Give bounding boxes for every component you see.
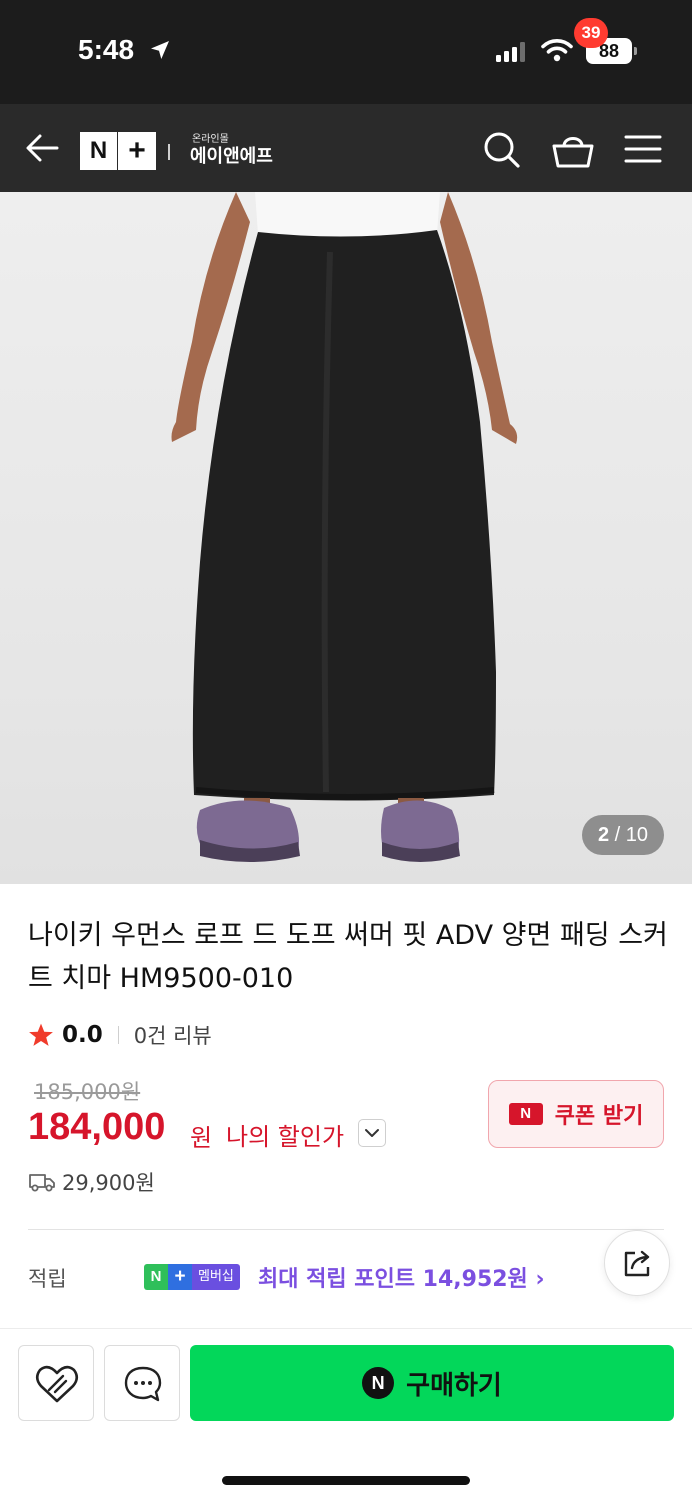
product-photo (171, 192, 518, 862)
search-icon[interactable] (480, 128, 524, 172)
image-counter: 2 / 10 (582, 815, 664, 855)
logo-plus: + (118, 132, 156, 170)
product-title: 나이키 우먼스 로프 드 도프 써머 핏 ADV 양면 패딩 스커트 치마 HM… (28, 920, 668, 994)
buy-label: 구매하기 (406, 1370, 502, 1401)
naver-plus-logo[interactable]: N + (80, 132, 156, 170)
truck-icon (29, 1174, 55, 1192)
original-price: 185,000원 (34, 1080, 141, 1104)
review-count[interactable]: 0건 리뷰 (134, 1020, 212, 1050)
share-icon (624, 1250, 650, 1277)
shipping-row: 29,900원 (28, 1166, 155, 1198)
shopping-basket-icon[interactable] (550, 126, 596, 172)
max-points-link[interactable]: 최대 적립 포인트 14,952원 › (258, 1261, 545, 1293)
image-counter-current: 2 (597, 824, 610, 846)
section-divider (28, 1229, 664, 1230)
image-counter-total: 10 (625, 824, 649, 846)
location-arrow-icon (148, 38, 172, 66)
status-bar: 5:48 88 (0, 0, 692, 104)
coupon-button[interactable]: N 쿠폰 받기 (488, 1080, 664, 1148)
rating-row[interactable]: 0.0 0건 리뷰 (28, 1018, 212, 1052)
membership-badge: N + 멤버십 (144, 1264, 240, 1290)
membership-text: 멤버십 (192, 1264, 240, 1290)
membership-plus: + (168, 1264, 192, 1290)
rating-score: 0.0 (62, 1022, 103, 1048)
back-arrow-icon[interactable] (24, 130, 60, 166)
heart-icon (35, 1365, 79, 1403)
cellular-signal-icon (496, 42, 530, 66)
wifi-icon (541, 38, 573, 66)
sale-price-unit: 원 (190, 1124, 213, 1152)
sale-price: 184,000 (28, 1106, 166, 1148)
chevron-down-icon[interactable] (358, 1119, 386, 1147)
mall-name[interactable]: 에이앤에프 (190, 142, 273, 168)
product-image[interactable] (0, 192, 692, 884)
hamburger-menu-icon[interactable] (624, 132, 662, 166)
chat-bubble-icon (124, 1366, 162, 1402)
status-time: 5:48 (78, 34, 135, 65)
buy-button[interactable]: N 구매하기 (190, 1345, 674, 1421)
points-label: 적립 (28, 1267, 67, 1291)
rating-separator (117, 1026, 119, 1044)
my-discount-label[interactable]: 나의 할인가 (226, 1117, 344, 1152)
wishlist-button[interactable] (18, 1345, 94, 1421)
share-button[interactable] (604, 1230, 670, 1296)
naver-pay-icon: N (362, 1367, 395, 1399)
home-indicator (222, 1476, 470, 1485)
talk-button[interactable] (104, 1345, 180, 1421)
cart-count-badge: 39 (574, 18, 608, 48)
naver-coupon-icon: N (508, 1103, 543, 1125)
nav-bar: N + 온라인몰 에이앤에프 (0, 104, 692, 192)
star-icon (29, 1023, 53, 1046)
nav-divider (168, 144, 170, 160)
logo-n: N (80, 132, 118, 170)
image-counter-sep: / (614, 824, 621, 846)
coupon-label: 쿠폰 받기 (554, 1104, 644, 1129)
membership-n: N (144, 1264, 168, 1290)
shipping-fee: 29,900원 (62, 1171, 155, 1195)
